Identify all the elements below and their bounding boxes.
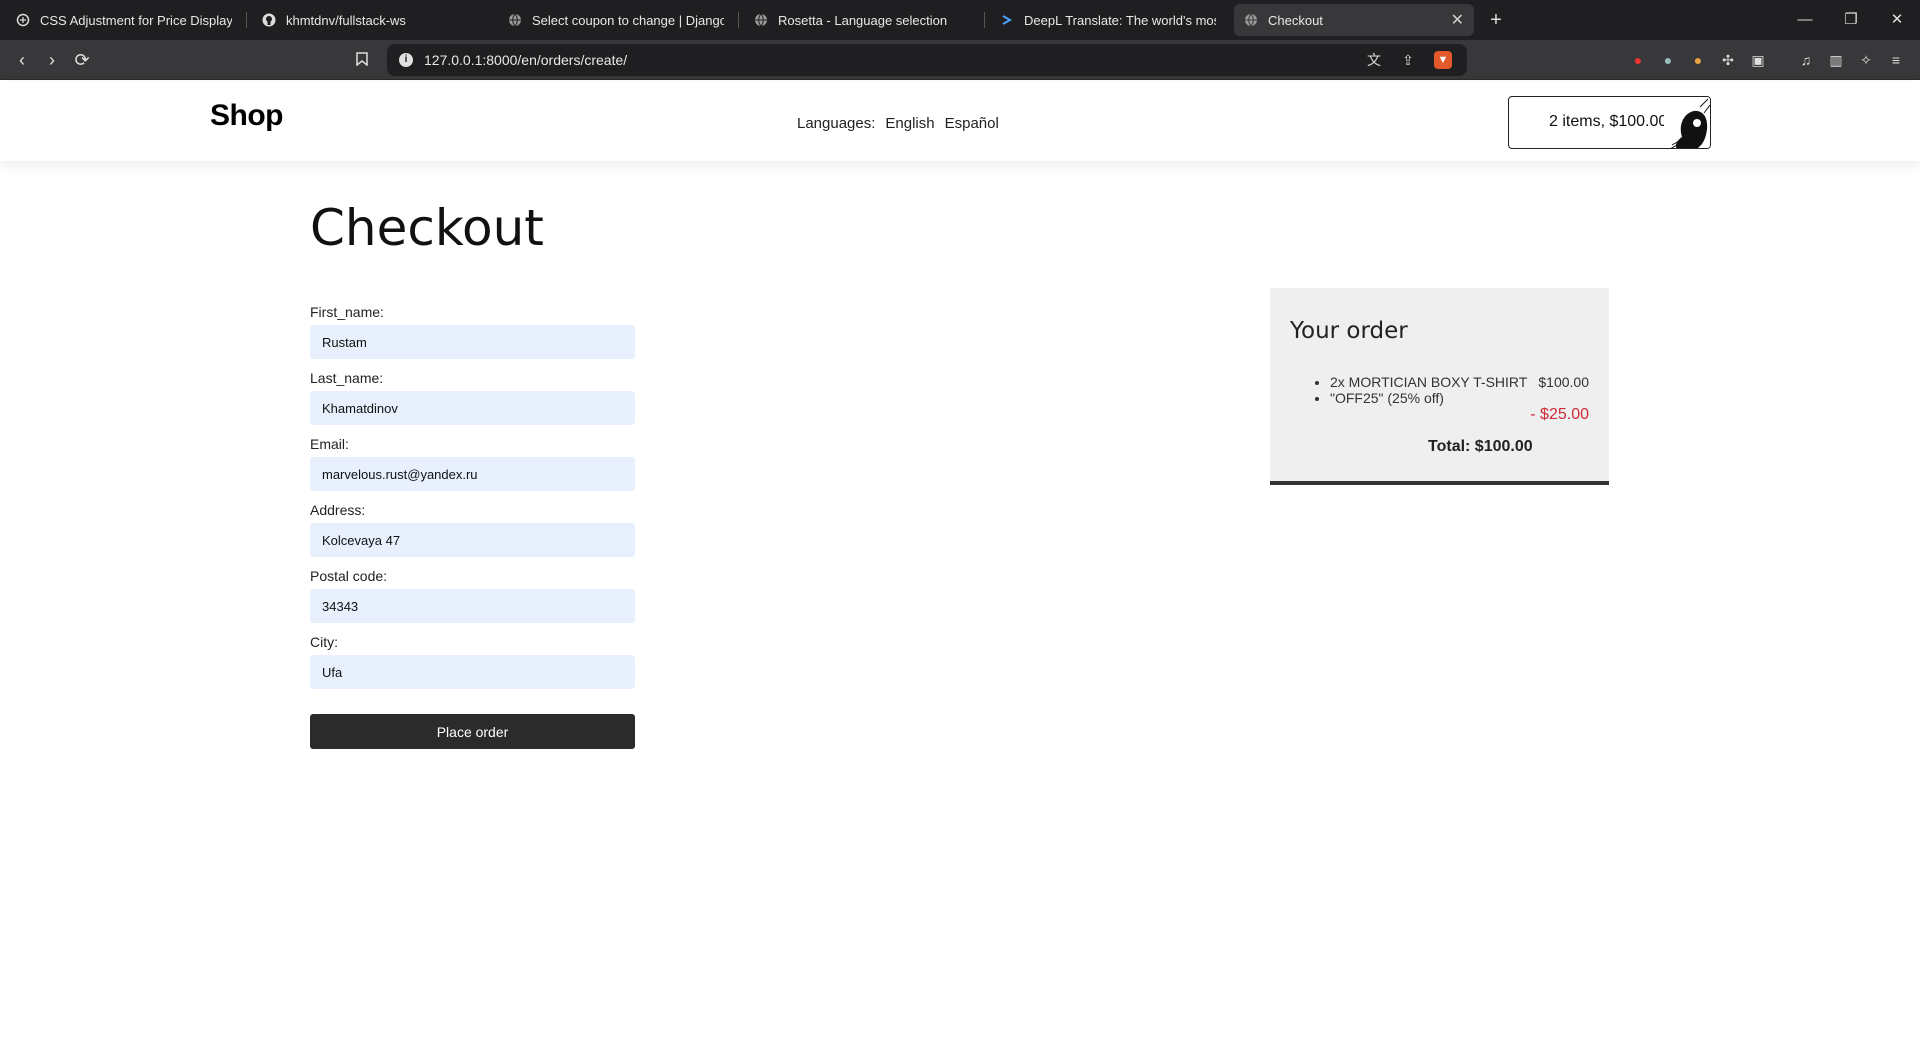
share-icon[interactable]: ⇪ <box>1399 51 1417 69</box>
brave-shields-icon[interactable]: ▼ <box>1434 51 1452 69</box>
tab-django-coupon[interactable]: Select coupon to change | Django site <box>498 4 734 36</box>
restore-window-button[interactable]: ❐ <box>1828 0 1874 40</box>
new-tab-button[interactable]: + <box>1484 8 1508 32</box>
globe-icon <box>508 13 522 27</box>
order-total: Total: $100.00 <box>1428 438 1533 455</box>
email-field: Email: marvelous.rust@yandex.ru <box>310 436 636 491</box>
order-summary-title: Your order <box>1290 318 1408 344</box>
browser-toolbar: ‹ › ⟳ i 127.0.0.1:8000/en/orders/create/… <box>0 40 1920 80</box>
tab-github[interactable]: khmtdnv/fullstack-ws <box>252 4 488 36</box>
url-text: 127.0.0.1:8000/en/orders/create/ <box>424 52 628 68</box>
language-spanish-link[interactable]: Español <box>945 115 999 132</box>
minimize-window-button[interactable]: — <box>1782 0 1828 40</box>
city-input[interactable]: Ufa <box>310 655 635 689</box>
postal-code-label: Postal code: <box>310 568 388 584</box>
screenshot-icon[interactable]: ▣ <box>1748 50 1768 70</box>
last-name-label: Last_name: <box>310 370 384 386</box>
postal-code-input[interactable]: 34343 <box>310 589 635 623</box>
close-window-button[interactable]: ✕ <box>1874 0 1920 40</box>
last-name-input[interactable]: Khamatdinov <box>310 391 635 425</box>
tab-title: Rosetta - Language selection <box>778 12 948 28</box>
city-field: City: Ufa <box>310 634 636 689</box>
address-bar[interactable]: i 127.0.0.1:8000/en/orders/create/ 文 ⇪ ▼ <box>387 44 1467 76</box>
tab-title: CSS Adjustment for Price Display - Gi <box>40 12 232 28</box>
first-name-label: First_name: <box>310 304 384 320</box>
address-input[interactable]: Kolcevaya 47 <box>310 523 635 557</box>
globe-icon <box>754 13 768 27</box>
extension-red-icon[interactable]: ● <box>1628 50 1648 70</box>
cookie-extension-icon[interactable]: ● <box>1688 50 1708 70</box>
languages-label: Languages: <box>797 115 876 132</box>
media-icon[interactable]: ♫ <box>1796 50 1816 70</box>
leo-ai-icon[interactable]: ✧ <box>1856 50 1876 70</box>
shop-logo[interactable]: Shop <box>210 99 284 133</box>
close-tab-icon[interactable]: ✕ <box>1451 10 1464 30</box>
browser-tabbar: CSS Adjustment for Price Display - Gi kh… <box>0 0 1920 40</box>
place-order-button[interactable]: Place order <box>310 714 635 749</box>
postal-code-field: Postal code: 34343 <box>310 568 636 623</box>
email-input[interactable]: marvelous.rust@yandex.ru <box>310 457 635 491</box>
menu-icon[interactable]: ≡ <box>1886 50 1906 70</box>
tab-deepl[interactable]: DeepL Translate: The world's most acc <box>990 4 1226 36</box>
tab-separator <box>738 12 739 28</box>
tab-title: Select coupon to change | Django site <box>532 12 724 28</box>
globe-icon <box>1244 13 1258 27</box>
address-label: Address: <box>310 502 366 518</box>
back-button[interactable]: ‹ <box>10 48 34 72</box>
city-label: City: <box>310 634 338 650</box>
language-english-link[interactable]: English <box>885 115 934 132</box>
tab-title: khmtdnv/fullstack-ws <box>286 12 406 28</box>
reload-button[interactable]: ⟳ <box>70 48 94 72</box>
order-summary: Your order 2x MORTICIAN BOXY T-SHIRT "OF… <box>1270 288 1609 485</box>
product-thumbnail <box>1664 97 1710 148</box>
coupon-item: "OFF25" (25% off) <box>1330 390 1590 406</box>
address-field: Address: Kolcevaya 47 <box>310 502 636 557</box>
page-content: Shop Languages: English Español 2 items,… <box>0 81 1920 1050</box>
page-title: Checkout <box>310 199 544 257</box>
email-label: Email: <box>310 436 349 452</box>
order-item-price: $100.00 <box>1538 374 1589 390</box>
tab-rosetta[interactable]: Rosetta - Language selection <box>744 4 980 36</box>
checkout-form: First_name: Rustam Last_name: Khamatdino… <box>310 304 636 749</box>
forward-button[interactable]: › <box>40 48 64 72</box>
tab-separator <box>246 12 247 28</box>
tab-css-adjustment[interactable]: CSS Adjustment for Price Display - Gi <box>6 4 242 36</box>
first-name-field: First_name: Rustam <box>310 304 636 359</box>
cart-text: 2 items, $100.00 <box>1549 113 1668 130</box>
discount-amount: - $25.00 <box>1530 406 1589 423</box>
last-name-field: Last_name: Khamatdinov <box>310 370 636 425</box>
extension-circle-icon[interactable]: ● <box>1658 50 1678 70</box>
openai-icon <box>16 13 30 27</box>
sidebar-icon[interactable]: ▥ <box>1826 50 1846 70</box>
language-selector: Languages: English Español <box>797 115 999 132</box>
site-header: Shop Languages: English Español 2 items,… <box>0 81 1920 161</box>
site-info-icon[interactable]: i <box>399 53 413 67</box>
tab-separator <box>984 12 985 28</box>
bookmark-icon[interactable] <box>350 48 374 72</box>
deepl-icon <box>1000 13 1014 27</box>
github-icon <box>262 13 276 27</box>
tab-checkout[interactable]: Checkout ✕ <box>1234 4 1474 36</box>
tab-title: Checkout <box>1268 12 1323 28</box>
first-name-input[interactable]: Rustam <box>310 325 635 359</box>
extensions-puzzle-icon[interactable]: ✣ <box>1718 50 1738 70</box>
translate-icon[interactable]: 文 <box>1365 51 1383 69</box>
tab-title: DeepL Translate: The world's most acc <box>1024 12 1216 28</box>
cart-summary[interactable]: 2 items, $100.00 <box>1508 96 1711 149</box>
